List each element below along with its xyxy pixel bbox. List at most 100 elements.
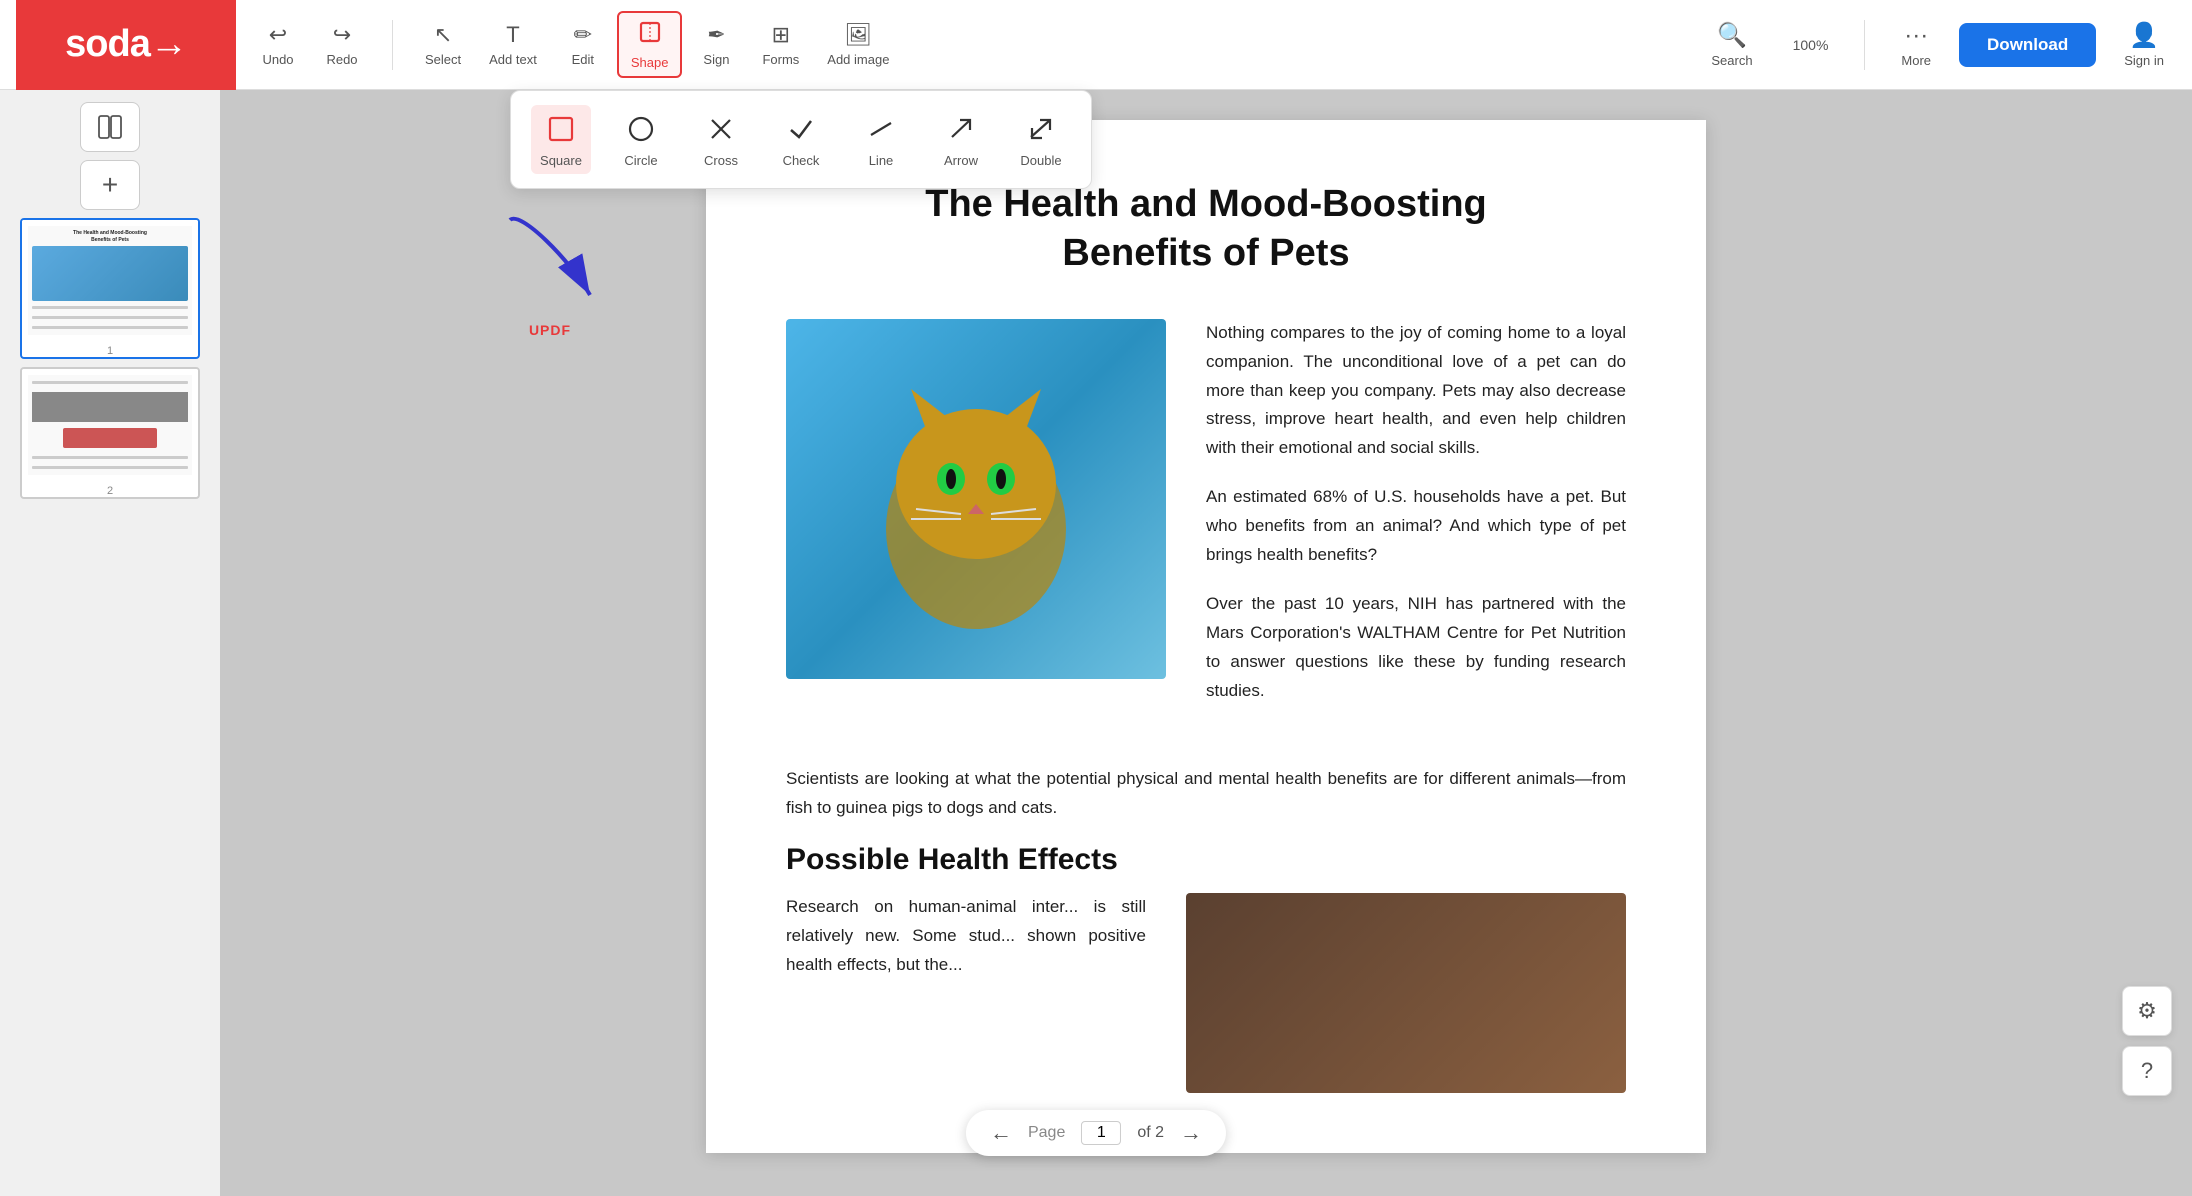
bottom-section: Possible Health Effects Research on huma… — [786, 843, 1626, 1093]
logo: soda→ — [65, 23, 187, 66]
thumb-text-5 — [32, 456, 188, 459]
signin-button[interactable]: 👤 Sign in — [2112, 15, 2176, 74]
add-image-icon: 🖼 — [844, 22, 872, 48]
shape-picker-dropdown: Square Circle Cross Check Line — [510, 90, 1092, 189]
page-nav: ← Page of 2 → — [966, 1110, 1226, 1156]
page-next-button[interactable]: → — [1180, 1120, 1202, 1146]
scientists-para: Scientists are looking at what the poten… — [786, 765, 1626, 823]
thumb-cat-image — [32, 246, 188, 301]
updf-annotation: UPDF — [490, 200, 610, 338]
shape-cross[interactable]: Cross — [691, 105, 751, 174]
check-icon — [787, 111, 815, 147]
add-page-button[interactable]: + — [80, 160, 140, 210]
add-text-button[interactable]: T Add text — [477, 16, 549, 73]
more-label: More — [1901, 53, 1931, 68]
edit-label: Edit — [572, 52, 594, 67]
shape-button[interactable]: Shape — [617, 11, 683, 78]
forms-button[interactable]: ⊞ Forms — [750, 16, 811, 73]
signin-icon: 👤 — [2129, 21, 2159, 50]
page-thumb-2[interactable]: 2 — [20, 367, 200, 499]
sign-button[interactable]: ✒ Sign — [686, 16, 746, 73]
search-button[interactable]: 🔍 Search — [1699, 15, 1764, 74]
shape-icon — [637, 19, 663, 51]
circle-label: Circle — [624, 153, 657, 168]
edit-button[interactable]: ✏ Edit — [553, 16, 613, 73]
select-label: Select — [425, 52, 461, 67]
square-label: Square — [540, 153, 582, 168]
cat-svg — [796, 329, 1156, 669]
double-icon — [1027, 111, 1055, 147]
page-1-number: 1 — [22, 345, 198, 357]
signin-label: Sign in — [2124, 53, 2164, 68]
add-text-label: Add text — [489, 52, 537, 67]
updf-arrow-svg — [490, 200, 610, 320]
shape-circle[interactable]: Circle — [611, 105, 671, 174]
add-image-label: Add image — [827, 52, 889, 67]
search-icon: 🔍 — [1717, 21, 1747, 50]
circle-icon — [627, 111, 655, 147]
more-button[interactable]: ··· More — [1889, 16, 1943, 74]
page-prev-button[interactable]: ← — [990, 1120, 1012, 1146]
shape-arrow[interactable]: Arrow — [931, 105, 991, 174]
thumb-image-2 — [32, 392, 188, 422]
thumb-content-2 — [28, 375, 192, 475]
page-number-input[interactable] — [1081, 1121, 1121, 1145]
thumb-text-4 — [32, 381, 188, 384]
sidebar: + The Health and Mood-BoostingBenefits o… — [0, 90, 220, 1196]
thumb-text-6 — [32, 466, 188, 469]
help-button[interactable]: ? — [2122, 1046, 2172, 1096]
page-thumb-1-inner: The Health and Mood-BoostingBenefits of … — [22, 220, 198, 341]
thumb-text-1 — [32, 306, 188, 309]
more-icon: ··· — [1904, 22, 1928, 50]
settings-button[interactable]: ⚙ — [2122, 986, 2172, 1036]
toolbar-right: 🔍 Search 100% ··· More Download 👤 Sign i… — [1699, 15, 2176, 74]
panel-icon — [96, 113, 124, 141]
redo-label: Redo — [326, 52, 357, 67]
add-image-button[interactable]: 🖼 Add image — [815, 16, 901, 73]
undo-button[interactable]: ↩ Undo — [248, 16, 308, 73]
square-icon — [547, 111, 575, 147]
sidebar-panel-toggle[interactable] — [80, 102, 140, 152]
toolbar-sep-2 — [1864, 20, 1865, 70]
line-label: Line — [869, 153, 894, 168]
logo-area: soda→ — [16, 0, 236, 90]
research-para: Research on human-animal inter... is sti… — [786, 893, 1146, 980]
zoom-icon: 100% — [1793, 37, 1829, 53]
redo-icon: ↪ — [333, 22, 351, 48]
toolbar-sep-1 — [392, 20, 393, 70]
main-area: + The Health and Mood-BoostingBenefits o… — [0, 90, 2192, 1196]
shape-double[interactable]: Double — [1011, 105, 1071, 174]
undo-icon: ↩ — [269, 22, 287, 48]
sidebar-controls: + — [8, 102, 212, 210]
thumb-text-2 — [32, 316, 188, 319]
download-button[interactable]: Download — [1959, 23, 2096, 67]
page-label: Page — [1028, 1124, 1065, 1142]
pdf-page: The Health and Mood-Boosting Benefits of… — [706, 120, 1706, 1153]
thumb-content-1: The Health and Mood-BoostingBenefits of … — [28, 226, 192, 335]
zoom-button[interactable]: 100% — [1781, 31, 1841, 59]
page-title: The Health and Mood-Boosting Benefits of… — [786, 180, 1626, 279]
forms-icon: ⊞ — [772, 22, 790, 48]
shape-label: Shape — [631, 55, 669, 70]
search-label: Search — [1711, 53, 1752, 68]
cross-label: Cross — [704, 153, 738, 168]
shape-check[interactable]: Check — [771, 105, 831, 174]
select-button[interactable]: ↖ Select — [413, 16, 473, 73]
text-section: Nothing compares to the joy of coming ho… — [1206, 319, 1626, 726]
shape-line[interactable]: Line — [851, 105, 911, 174]
page-total: of 2 — [1137, 1124, 1164, 1142]
double-label: Double — [1020, 153, 1061, 168]
select-icon: ↖ — [434, 22, 452, 48]
redo-button[interactable]: ↪ Redo — [312, 16, 372, 73]
para-2: An estimated 68% of U.S. households have… — [1206, 483, 1626, 570]
shape-square[interactable]: Square — [531, 105, 591, 174]
arrow-label: Arrow — [944, 153, 978, 168]
undo-redo-group: ↩ Undo ↪ Redo — [236, 16, 384, 73]
cross-icon — [707, 111, 735, 147]
page-thumb-1[interactable]: The Health and Mood-BoostingBenefits of … — [20, 218, 200, 359]
forms-label: Forms — [762, 52, 799, 67]
sign-icon: ✒ — [707, 22, 725, 48]
check-label: Check — [783, 153, 820, 168]
edit-icon: ✏ — [574, 22, 592, 48]
thumb-title-1: The Health and Mood-BoostingBenefits of … — [32, 230, 188, 243]
